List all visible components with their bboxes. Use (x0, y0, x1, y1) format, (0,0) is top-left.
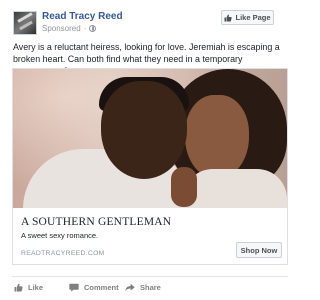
share-icon (125, 283, 135, 291)
action-bar: Like Comment Share (12, 279, 288, 295)
shop-now-button[interactable]: Shop Now (236, 242, 282, 258)
page-avatar[interactable] (13, 11, 37, 35)
like-button[interactable]: Like (14, 279, 43, 295)
like-label: Like (28, 282, 44, 292)
card-title[interactable]: A SOUTHERN GENTLEMAN (21, 216, 171, 228)
sponsored-post: Read Tracy Reed Sponsored · Like Page Av… (0, 0, 300, 300)
ad-photo[interactable] (13, 69, 287, 208)
actions-divider (12, 276, 288, 277)
page-name-link[interactable]: Read Tracy Reed (42, 11, 123, 22)
card-description: A sweet sexy romance. (21, 231, 99, 240)
comment-icon (69, 283, 79, 292)
thumbs-up-icon (224, 14, 233, 21)
meta-separator: · (83, 24, 87, 33)
comment-label: Comment (84, 282, 119, 292)
comment-button[interactable]: Comment (69, 279, 119, 295)
like-page-button[interactable]: Like Page (221, 10, 274, 25)
like-page-label: Like Page (235, 13, 271, 22)
thumbs-up-icon (14, 283, 23, 291)
link-card[interactable]: A SOUTHERN GENTLEMAN A sweet sexy romanc… (12, 68, 288, 265)
card-domain: READTRACYREED.COM (21, 250, 105, 257)
post-meta: Sponsored · (42, 24, 97, 33)
sponsored-label[interactable]: Sponsored (42, 24, 81, 33)
share-button[interactable]: Share (125, 279, 161, 295)
globe-icon (89, 25, 97, 32)
share-label: Share (140, 282, 161, 292)
